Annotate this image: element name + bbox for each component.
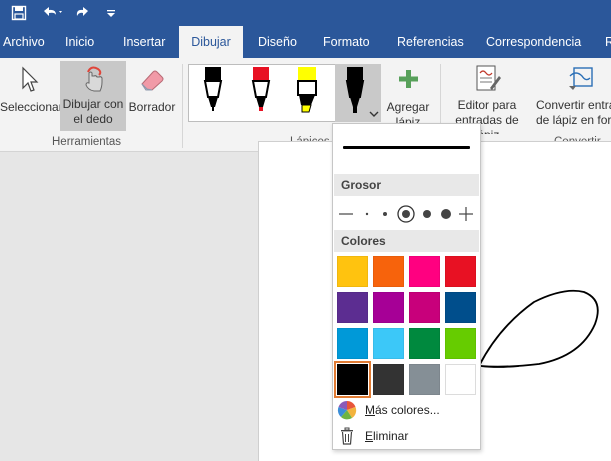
color-swatch[interactable]: [334, 361, 371, 398]
dot-icon: [383, 212, 387, 216]
eraser-icon: [141, 70, 164, 91]
color-swatch[interactable]: [409, 292, 440, 323]
customize-qat-button[interactable]: [103, 2, 119, 24]
color-swatch[interactable]: [445, 364, 476, 395]
thickness-option[interactable]: [437, 204, 455, 224]
color-swatch[interactable]: [337, 328, 368, 359]
save-button[interactable]: [8, 2, 30, 24]
finger-draw-icon: [85, 66, 103, 92]
tab-diseno[interactable]: Diseño: [258, 26, 297, 58]
delete-accel: E: [365, 429, 374, 443]
select-label: Seleccionar: [0, 100, 63, 114]
dot-icon: [365, 212, 369, 216]
tab-correspondencia[interactable]: Correspondencia: [486, 26, 581, 58]
thickness-increase-button[interactable]: [457, 204, 475, 224]
add-pen-label-1: Agregar: [386, 100, 430, 114]
ink-to-shape-icon: [569, 67, 593, 90]
minus-icon: [339, 213, 353, 215]
highlighter-icon: [297, 67, 317, 113]
plus-icon: [459, 207, 473, 221]
tab-revisar[interactable]: R: [605, 26, 611, 58]
tab-formato[interactable]: Formato: [323, 26, 370, 58]
color-swatch[interactable]: [373, 364, 404, 395]
undo-button[interactable]: [38, 2, 68, 24]
ink-editor-label-1: Editor para: [457, 98, 517, 112]
more-colors-label: ás colores...: [375, 403, 440, 417]
tab-referencias[interactable]: Referencias: [397, 26, 464, 58]
more-colors-accel: M: [365, 403, 375, 417]
thickness-option[interactable]: [419, 204, 435, 224]
thickness-option-selected[interactable]: [395, 204, 417, 224]
cursor-icon: [22, 66, 39, 92]
pen-red[interactable]: [243, 67, 279, 119]
color-swatch[interactable]: [373, 328, 404, 359]
stroke-preview: [343, 146, 470, 149]
draw-finger-label-1: Dibujar con: [62, 97, 124, 111]
tab-inicio[interactable]: Inicio: [65, 26, 94, 58]
delete-label: liminar: [373, 429, 409, 443]
trash-icon: [341, 427, 353, 445]
delete-pen-button[interactable]: Eliminar: [333, 424, 480, 448]
ink-to-shape-button[interactable]: Convertir entra de lápiz en for: [534, 64, 611, 134]
tab-insertar[interactable]: Insertar: [123, 26, 165, 58]
pen-icon: [345, 67, 365, 113]
color-swatch[interactable]: [409, 256, 440, 287]
color-swatch[interactable]: [337, 292, 368, 323]
pen-black-thin[interactable]: [195, 67, 231, 119]
color-swatch[interactable]: [409, 328, 440, 359]
thickness-decrease-button[interactable]: [337, 204, 355, 224]
add-pen-icon: [399, 70, 418, 88]
group-separator: [182, 64, 183, 148]
title-bar: [0, 0, 611, 26]
ribbon: Seleccionar Dibujar con el dedo Borrador…: [0, 58, 611, 152]
color-swatch[interactable]: [409, 364, 440, 395]
thickness-header: Grosor: [334, 174, 479, 196]
ink-to-shape-label-1: Convertir entra: [536, 98, 611, 112]
draw-finger-label-2: el dedo: [73, 112, 113, 126]
highlighter-yellow[interactable]: [289, 67, 325, 119]
pen-icon: [251, 67, 271, 111]
pen-options-dropdown: Grosor Colores Más colores... Eliminar: [332, 123, 481, 450]
undo-icon: [44, 7, 62, 16]
customize-icon: [107, 10, 115, 17]
tab-dibujar[interactable]: Dibujar: [179, 26, 243, 58]
dot-icon: [441, 209, 451, 219]
chevron-down-icon[interactable]: [369, 110, 379, 118]
thickness-option[interactable]: [359, 204, 375, 224]
color-swatch[interactable]: [373, 292, 404, 323]
pen-black-selected[interactable]: [335, 64, 381, 122]
eraser-button[interactable]: Borrador: [127, 64, 177, 134]
select-button[interactable]: Seleccionar: [0, 64, 63, 134]
color-swatch[interactable]: [445, 328, 476, 359]
color-swatch[interactable]: [373, 256, 404, 287]
colors-header: Colores: [334, 230, 479, 252]
group-label-herramientas: Herramientas: [52, 136, 122, 148]
color-wheel-icon: [337, 401, 357, 420]
save-icon: [11, 5, 27, 21]
pen-icon: [203, 67, 223, 111]
tab-archivo[interactable]: Archivo: [0, 26, 50, 58]
color-swatch[interactable]: [445, 256, 476, 287]
redo-button[interactable]: [72, 2, 94, 24]
draw-with-finger-button[interactable]: Dibujar con el dedo: [60, 61, 126, 131]
dot-selected-icon: [397, 205, 415, 223]
redo-icon: [76, 7, 88, 16]
dot-icon: [423, 210, 431, 218]
ink-editor-icon: [476, 65, 501, 91]
color-swatch[interactable]: [445, 292, 476, 323]
eraser-label: Borrador: [128, 100, 176, 114]
color-swatch[interactable]: [337, 256, 368, 287]
pen-gallery: [188, 64, 381, 122]
more-colors-button[interactable]: Más colores...: [333, 398, 480, 422]
ribbon-tabs: Archivo Inicio Insertar Dibujar Diseño F…: [0, 26, 611, 58]
thickness-option[interactable]: [377, 204, 393, 224]
ink-to-shape-label-2: de lápiz en for: [536, 113, 611, 127]
